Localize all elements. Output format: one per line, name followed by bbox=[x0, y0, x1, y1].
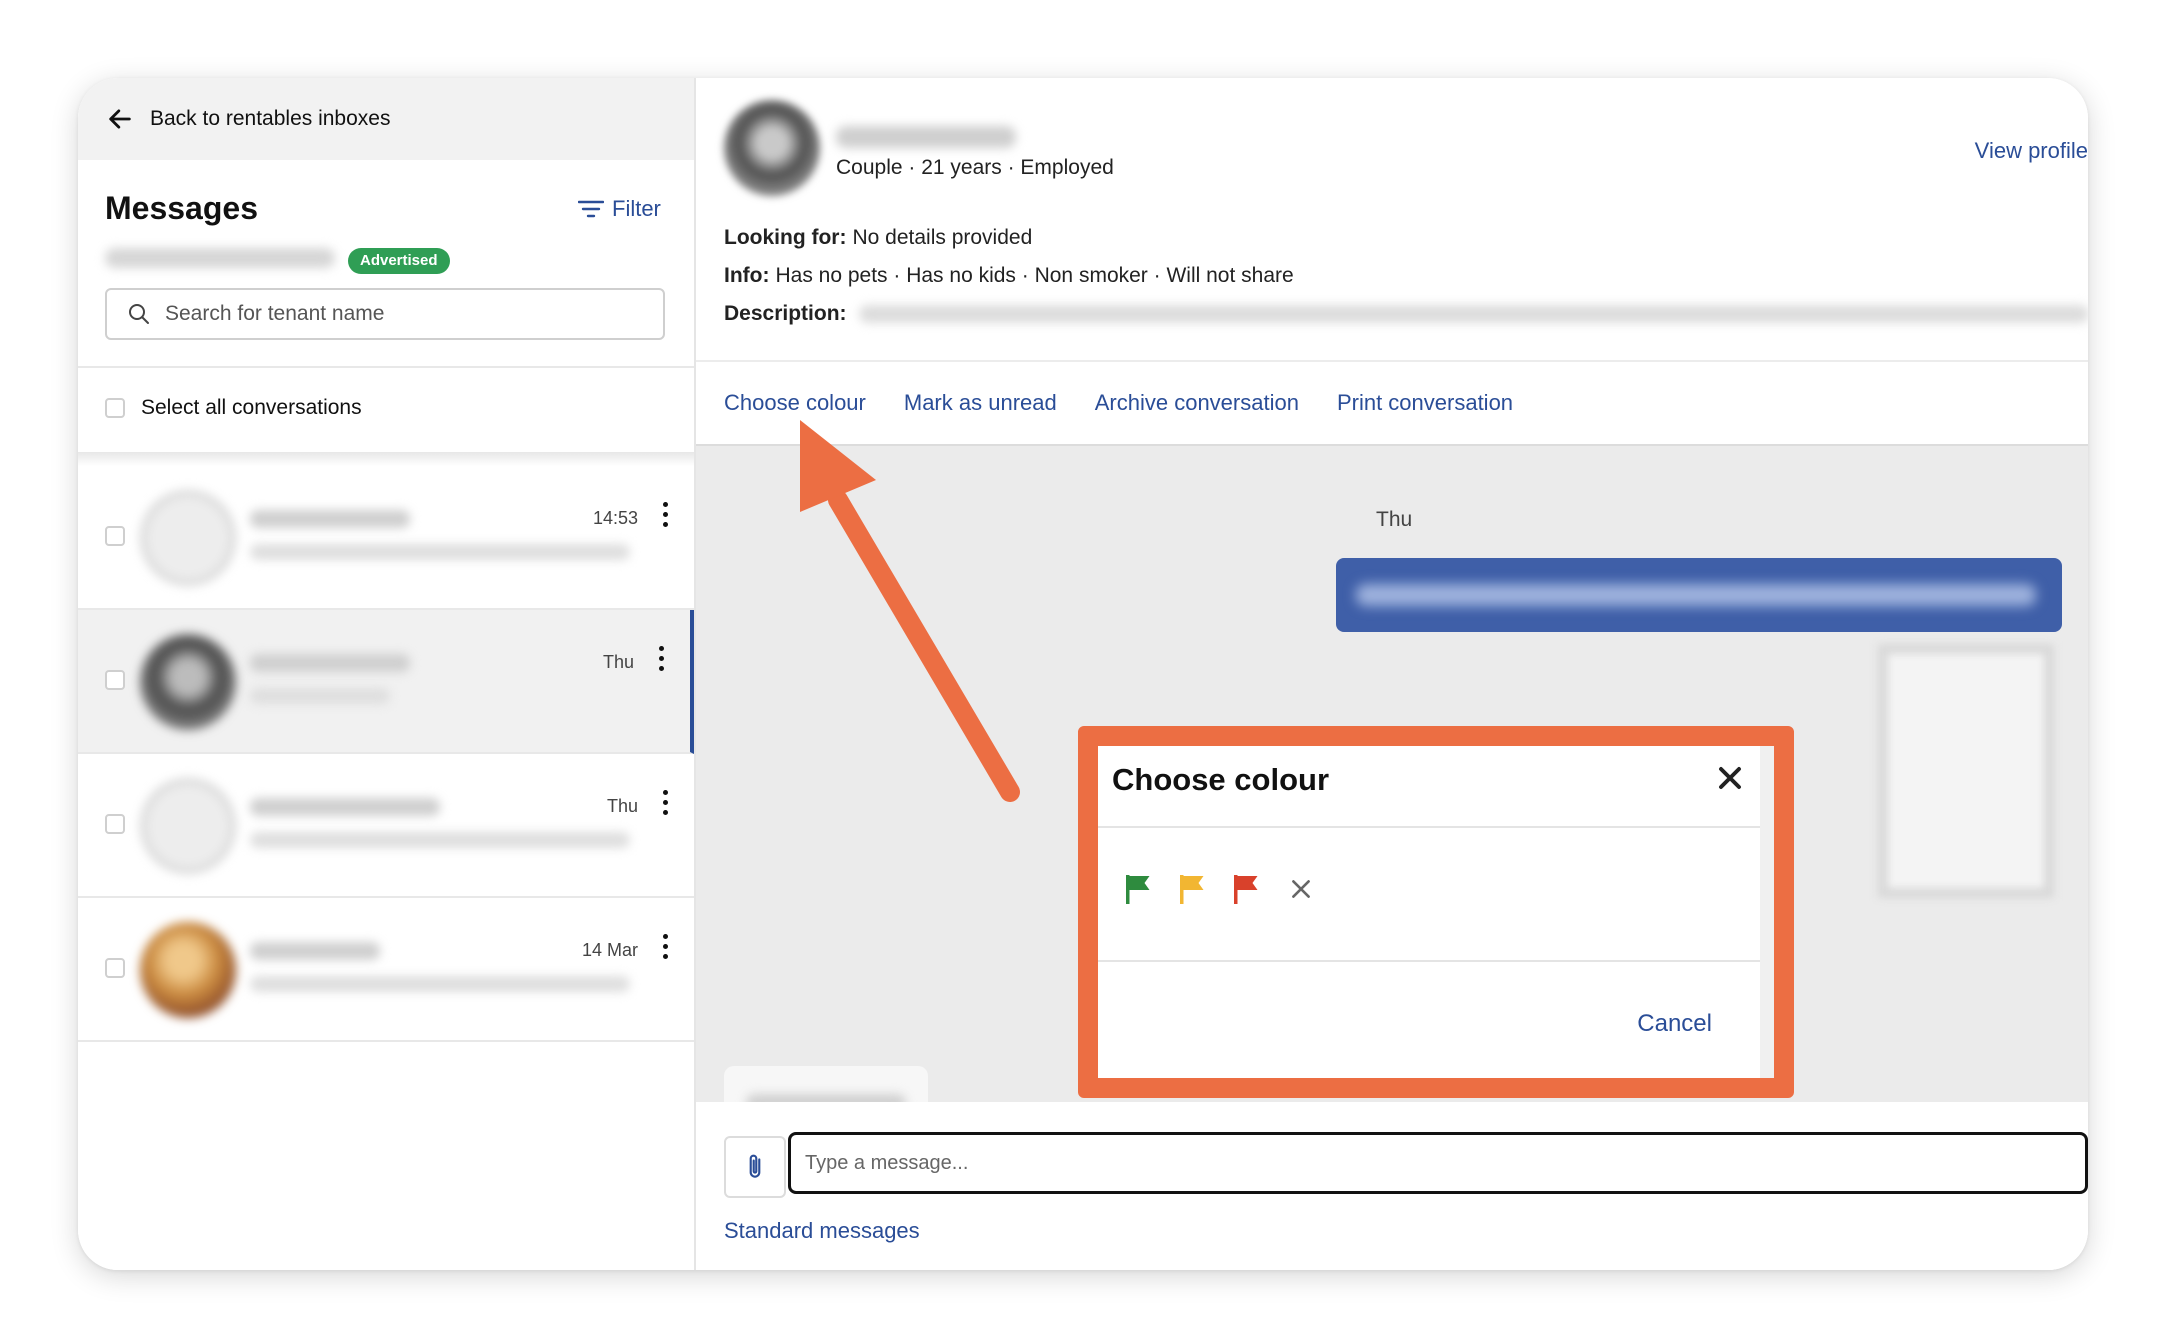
conversation-time: Thu bbox=[602, 652, 634, 672]
conversation-item-active[interactable]: Thu bbox=[78, 610, 694, 754]
conversation-time: Thu bbox=[606, 796, 638, 816]
divider bbox=[78, 366, 694, 368]
incoming-message bbox=[724, 1066, 928, 1102]
conversation-checkbox[interactable] bbox=[105, 670, 125, 690]
filter-button[interactable]: Filter bbox=[578, 196, 661, 222]
red-flag-icon[interactable] bbox=[1230, 872, 1262, 906]
conversation-snippet-redacted bbox=[250, 688, 390, 704]
choose-colour-dialog: Choose colour Cancel bbox=[1078, 726, 1794, 1098]
message-input[interactable] bbox=[788, 1132, 2088, 1194]
avatar bbox=[140, 922, 236, 1018]
back-link-label: Back to rentables inboxes bbox=[150, 107, 391, 130]
cancel-button[interactable]: Cancel bbox=[1637, 1010, 1712, 1038]
conversation-name-redacted bbox=[250, 510, 410, 528]
avatar bbox=[140, 634, 236, 730]
more-options-icon[interactable] bbox=[656, 646, 666, 676]
attachment-thumbnail[interactable] bbox=[1878, 644, 2054, 898]
yellow-flag-icon[interactable] bbox=[1176, 872, 1208, 906]
divider bbox=[696, 360, 2088, 362]
conversation-actions: Choose colour Mark as unread Archive con… bbox=[724, 390, 1551, 416]
paperclip-icon bbox=[749, 1154, 761, 1178]
avatar bbox=[140, 778, 236, 874]
conversation-checkbox[interactable] bbox=[105, 814, 125, 834]
close-icon[interactable] bbox=[1712, 760, 1748, 796]
tenant-name-redacted bbox=[836, 126, 1016, 148]
advertised-badge: Advertised bbox=[348, 248, 450, 274]
divider bbox=[1098, 826, 1760, 828]
more-options-icon[interactable] bbox=[660, 934, 670, 964]
mark-as-unread-link[interactable]: Mark as unread bbox=[904, 390, 1057, 416]
archive-conversation-link[interactable]: Archive conversation bbox=[1095, 390, 1299, 416]
dialog-scrollbar[interactable] bbox=[1760, 746, 1774, 1078]
divider bbox=[1098, 960, 1760, 962]
info-row: Info: Has no pets · Has no kids · Non sm… bbox=[724, 264, 1294, 288]
looking-for-value: No details provided bbox=[852, 226, 1033, 249]
conversation-item[interactable]: 14:53 bbox=[78, 466, 694, 610]
arrow-left-icon bbox=[109, 109, 131, 129]
conversation-name-redacted bbox=[250, 942, 380, 960]
description-label: Description: bbox=[724, 302, 847, 325]
back-to-inboxes-link[interactable]: Back to rentables inboxes bbox=[78, 78, 694, 160]
select-all-checkbox[interactable] bbox=[105, 398, 125, 418]
conversation-item[interactable]: 14 Mar bbox=[78, 898, 694, 1042]
dialog-title: Choose colour bbox=[1112, 762, 1330, 797]
description-redacted bbox=[858, 305, 2088, 323]
view-profile-link[interactable]: View profile bbox=[1975, 138, 2088, 164]
more-options-icon[interactable] bbox=[660, 502, 670, 532]
info-value: Has no pets · Has no kids · Non smoker ·… bbox=[775, 264, 1294, 287]
compose-area: Standard messages bbox=[696, 1102, 2088, 1270]
inbox-name-redacted bbox=[105, 248, 335, 268]
looking-for-label: Looking for: bbox=[724, 226, 847, 249]
conversation-checkbox[interactable] bbox=[105, 526, 125, 546]
choose-colour-link[interactable]: Choose colour bbox=[724, 390, 866, 416]
tenant-search-input[interactable] bbox=[163, 301, 647, 327]
standard-messages-link[interactable]: Standard messages bbox=[724, 1218, 920, 1244]
colour-options bbox=[1122, 872, 1314, 906]
outgoing-message bbox=[1336, 558, 2062, 632]
tenant-avatar bbox=[724, 100, 820, 196]
conversation-snippet-redacted bbox=[250, 976, 630, 992]
conversation-sidebar: Back to rentables inboxes Messages Filte… bbox=[78, 78, 696, 1270]
tenant-summary: Couple · 21 years · Employed bbox=[836, 156, 1114, 179]
day-separator: Thu bbox=[1376, 508, 1413, 531]
tenant-search-box[interactable] bbox=[105, 288, 665, 340]
conversation-snippet-redacted bbox=[250, 544, 630, 560]
green-flag-icon[interactable] bbox=[1122, 872, 1154, 906]
avatar bbox=[140, 490, 236, 586]
search-icon bbox=[129, 304, 149, 324]
conversation-time: 14 Mar bbox=[581, 940, 638, 960]
description-row: Description: bbox=[724, 302, 2088, 326]
conversation-snippet-redacted bbox=[250, 832, 630, 848]
attach-file-button[interactable] bbox=[724, 1136, 786, 1198]
conversation-name-redacted bbox=[250, 654, 410, 672]
info-label: Info: bbox=[724, 264, 770, 287]
clear-colour-icon[interactable] bbox=[1288, 876, 1314, 902]
message-text-redacted bbox=[1356, 584, 2036, 606]
conversation-item[interactable]: Thu bbox=[78, 754, 694, 898]
print-conversation-link[interactable]: Print conversation bbox=[1337, 390, 1513, 416]
filter-icon bbox=[578, 200, 604, 218]
list-shadow bbox=[78, 452, 694, 466]
app-window: Back to rentables inboxes Messages Filte… bbox=[78, 78, 2088, 1270]
conversation-name-redacted bbox=[250, 798, 440, 816]
conversation-checkbox[interactable] bbox=[105, 958, 125, 978]
conversation-time: 14:53 bbox=[592, 508, 638, 528]
messages-heading: Messages bbox=[105, 190, 258, 226]
more-options-icon[interactable] bbox=[660, 790, 670, 820]
select-all-label: Select all conversations bbox=[141, 396, 362, 419]
select-all-row[interactable]: Select all conversations bbox=[105, 396, 362, 420]
looking-for-row: Looking for: No details provided bbox=[724, 226, 1032, 250]
filter-label: Filter bbox=[612, 196, 661, 221]
